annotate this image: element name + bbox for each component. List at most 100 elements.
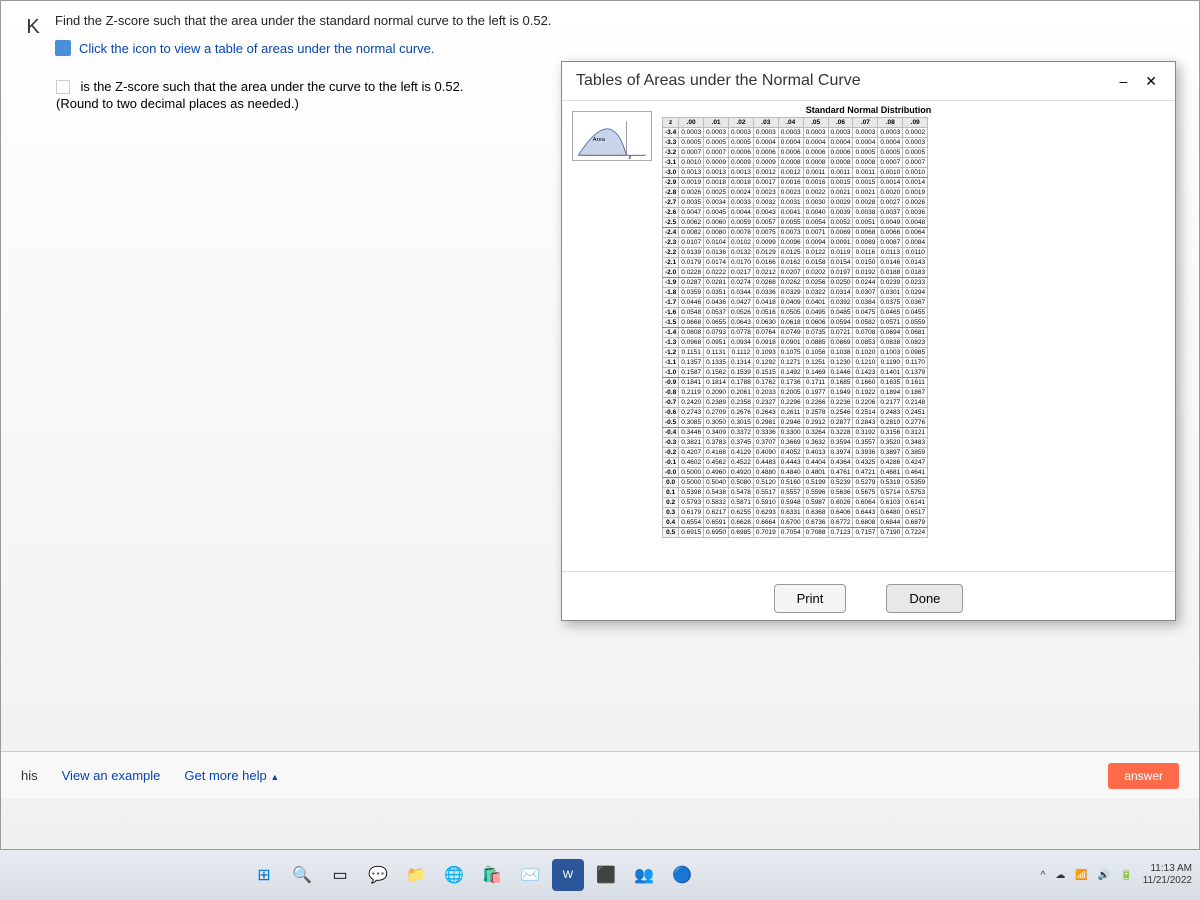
table-link[interactable]: Click the icon to view a table of areas … xyxy=(79,39,435,59)
wifi-icon[interactable]: 📶 xyxy=(1075,870,1087,881)
table-row: -3.10.00100.00090.00090.00090.00080.0008… xyxy=(663,158,928,168)
table-row: -3.20.00070.00070.00060.00060.00060.0006… xyxy=(663,148,928,158)
main-window: K Find the Z-score such that the area un… xyxy=(0,0,1200,850)
table-row: -2.90.00190.00180.00180.00170.00160.0016… xyxy=(663,178,928,188)
teams-icon[interactable]: 👥 xyxy=(628,859,660,891)
answer-input[interactable] xyxy=(56,80,70,94)
done-button[interactable]: Done xyxy=(886,584,963,613)
ztable-header: .07 xyxy=(853,118,878,128)
table-row: -1.50.06680.06550.06430.06300.06180.0606… xyxy=(663,318,928,328)
minimize-icon[interactable]: – xyxy=(1115,73,1131,90)
table-row: -2.60.00470.00450.00440.00430.00410.0040… xyxy=(663,208,928,218)
popup-controls: – ✕ xyxy=(1115,73,1161,90)
taskbar-right: ^ ☁ 📶 🔊 🔋 11:13 AM 11/21/2022 xyxy=(1041,863,1192,887)
mail-icon[interactable]: ✉️ xyxy=(514,859,546,891)
table-row: -1.30.09680.09510.09340.09180.09010.0885… xyxy=(663,338,928,348)
table-row: -1.70.04460.04360.04270.04180.04090.0401… xyxy=(663,298,928,308)
table-row: -2.50.00620.00600.00590.00570.00550.0054… xyxy=(663,218,928,228)
ztable-header: .09 xyxy=(903,118,928,128)
search-icon[interactable]: 🔍 xyxy=(286,859,318,891)
get-help-link[interactable]: Get more help ▲ xyxy=(184,768,279,783)
z-table-popup: Tables of Areas under the Normal Curve –… xyxy=(561,61,1176,621)
table-row: 0.20.57930.58320.58710.59100.59480.59870… xyxy=(663,498,928,508)
office-icon[interactable]: ⬛ xyxy=(590,859,622,891)
table-link-row: Click the icon to view a table of areas … xyxy=(55,39,1179,59)
taskbar-icons: ⊞ 🔍 ▭ 💬 📁 🌐 🛍️ ✉️ W ⬛ 👥 🔵 xyxy=(248,859,698,891)
close-icon[interactable]: ✕ xyxy=(1141,73,1161,90)
table-row: -3.00.00130.00130.00130.00120.00120.0011… xyxy=(663,168,928,178)
his-text: his xyxy=(21,768,38,783)
table-row: 0.00.50000.50400.50800.51200.51600.51990… xyxy=(663,478,928,488)
ztable-header: .06 xyxy=(828,118,853,128)
view-example-link[interactable]: View an example xyxy=(62,768,161,783)
table-row: -0.30.38210.37830.37450.37070.36690.3632… xyxy=(663,438,928,448)
svg-text:Area: Area xyxy=(593,137,606,143)
table-row: -0.10.46020.45620.45220.44830.44430.4404… xyxy=(663,458,928,468)
table-row: -0.60.27430.27090.26760.26430.26110.2578… xyxy=(663,408,928,418)
table-row: -1.80.03590.03510.03440.03360.03290.0322… xyxy=(663,288,928,298)
table-row: -1.20.11510.11310.11120.10930.10750.1056… xyxy=(663,348,928,358)
time: 11:13 AM xyxy=(1143,863,1192,875)
table-row: -0.50.30850.30500.30150.29810.29460.2912… xyxy=(663,418,928,428)
clock[interactable]: 11:13 AM 11/21/2022 xyxy=(1143,863,1192,887)
answer-text: is the Z-score such that the area under … xyxy=(80,79,463,94)
table-row: -0.80.21190.20900.20610.20330.20050.1977… xyxy=(663,388,928,398)
ztable-header: .02 xyxy=(728,118,753,128)
question-area: K Find the Z-score such that the area un… xyxy=(1,1,1199,68)
store-icon[interactable]: 🛍️ xyxy=(476,859,508,891)
table-row: 0.40.65540.65910.66280.66640.67000.67360… xyxy=(663,518,928,528)
back-icon[interactable]: K xyxy=(21,15,45,39)
popup-header: Tables of Areas under the Normal Curve –… xyxy=(562,62,1175,101)
table-row: -1.90.02870.02810.02740.02680.02620.0256… xyxy=(663,278,928,288)
ztable-header: .05 xyxy=(803,118,828,128)
chat-icon[interactable]: 💬 xyxy=(362,859,394,891)
popup-footer: Print Done xyxy=(562,571,1175,625)
popup-body[interactable]: Area z Standard Normal Distribution z.00… xyxy=(562,101,1175,571)
answer-button[interactable]: answer xyxy=(1108,763,1179,789)
taskview-icon[interactable]: ▭ xyxy=(324,859,356,891)
battery-icon[interactable]: 🔋 xyxy=(1120,870,1132,881)
table-row: -1.40.08080.07930.07780.07640.07490.0735… xyxy=(663,328,928,338)
onedrive-icon[interactable]: ☁ xyxy=(1055,870,1065,881)
table-row: -2.80.00260.00250.00240.00230.00230.0022… xyxy=(663,188,928,198)
ztable-header: .00 xyxy=(679,118,704,128)
edge-icon[interactable]: 🌐 xyxy=(438,859,470,891)
z-table: z.00.01.02.03.04.05.06.07.08.09 -3.40.00… xyxy=(662,117,928,538)
table-row: -0.20.42070.41680.41290.40900.40520.4013… xyxy=(663,448,928,458)
word-icon[interactable]: W xyxy=(552,859,584,891)
bottom-bar: his View an example Get more help ▲ answ… xyxy=(1,751,1199,799)
ztable-header: z xyxy=(663,118,679,128)
table-row: -1.10.13570.13350.13140.12920.12710.1251… xyxy=(663,358,928,368)
svg-text:z: z xyxy=(628,155,631,161)
chrome-icon[interactable]: 🔵 xyxy=(666,859,698,891)
explorer-icon[interactable]: 📁 xyxy=(400,859,432,891)
ztable-header: .08 xyxy=(878,118,903,128)
table-row: -2.40.00820.00800.00780.00750.00730.0071… xyxy=(663,228,928,238)
table-row: -2.00.02280.02220.02170.02120.02070.0202… xyxy=(663,268,928,278)
table-row: -3.30.00050.00050.00050.00040.00040.0004… xyxy=(663,138,928,148)
table-row: -1.00.15870.15620.15390.15150.14920.1469… xyxy=(663,368,928,378)
question-prompt: Find the Z-score such that the area unde… xyxy=(55,11,1179,31)
table-row: -2.30.01070.01040.01020.00990.00960.0094… xyxy=(663,238,928,248)
table-row: -0.90.18410.18140.17880.17620.17360.1711… xyxy=(663,378,928,388)
table-icon[interactable] xyxy=(55,40,71,56)
print-button[interactable]: Print xyxy=(774,584,847,613)
question-text: Find the Z-score such that the area unde… xyxy=(55,11,1179,58)
ztable-header: .03 xyxy=(753,118,778,128)
table-row: -0.40.34460.34090.33720.33360.33000.3264… xyxy=(663,428,928,438)
table-row: -0.70.24200.23890.23580.23270.22960.2266… xyxy=(663,398,928,408)
volume-icon[interactable]: 🔊 xyxy=(1098,870,1110,881)
chevron-up-icon[interactable]: ^ xyxy=(1041,870,1046,881)
table-row: 0.10.53980.54380.54780.55170.55570.55960… xyxy=(663,488,928,498)
start-icon[interactable]: ⊞ xyxy=(248,859,280,891)
normal-curve-diagram: Area z xyxy=(572,111,652,161)
popup-title: Tables of Areas under the Normal Curve xyxy=(576,72,861,90)
table-row: -0.00.50000.49600.49200.48800.48400.4801… xyxy=(663,468,928,478)
table-row: -2.70.00350.00340.00330.00320.00310.0030… xyxy=(663,198,928,208)
ztable-header: .04 xyxy=(778,118,803,128)
table-row: -1.60.05480.05370.05260.05160.05050.0495… xyxy=(663,308,928,318)
ztable-title: Standard Normal Distribution xyxy=(806,105,932,115)
ztable-header: .01 xyxy=(704,118,729,128)
table-row: -2.10.01790.01740.01700.01660.01620.0158… xyxy=(663,258,928,268)
table-row: -2.20.01390.01360.01320.01290.01250.0122… xyxy=(663,248,928,258)
